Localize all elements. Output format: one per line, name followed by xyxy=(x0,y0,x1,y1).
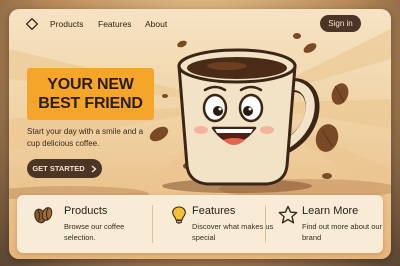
feature-products-description: Browse our coffee selection. xyxy=(64,222,125,242)
lightbulb-icon xyxy=(172,206,186,224)
feature-products[interactable]: Products Browse our coffee selection. xyxy=(33,195,141,253)
divider xyxy=(152,205,153,243)
headline-line-1: YOUR NEW xyxy=(47,76,134,93)
landing-card: Products Features About Sign in YOUR NEW… xyxy=(9,9,391,259)
chevron-right-icon xyxy=(91,164,97,173)
coffee-beans-icon xyxy=(34,207,53,224)
feature-features[interactable]: Features Discover what makes us special xyxy=(169,195,273,253)
feature-learn-more-title: Learn More xyxy=(302,205,359,217)
feature-features-title: Features xyxy=(192,205,236,217)
nav-link-products[interactable]: Products xyxy=(50,19,84,29)
features-panel: Products Browse our coffee selection. Fe… xyxy=(17,195,383,253)
star-icon xyxy=(278,205,298,224)
get-started-label: GET STARTED xyxy=(32,164,85,173)
feature-learn-more-description: Find out more about our brand xyxy=(302,222,383,242)
diamond-logo-icon[interactable] xyxy=(26,18,38,30)
divider xyxy=(265,205,266,243)
coffee-mug-mascot-illustration xyxy=(149,33,349,193)
feature-products-title: Products xyxy=(64,205,108,217)
get-started-button[interactable]: GET STARTED xyxy=(27,159,102,178)
feature-learn-more[interactable]: Learn More Find out more about our brand xyxy=(278,195,382,253)
feature-features-description: Discover what makes us special xyxy=(192,222,274,242)
